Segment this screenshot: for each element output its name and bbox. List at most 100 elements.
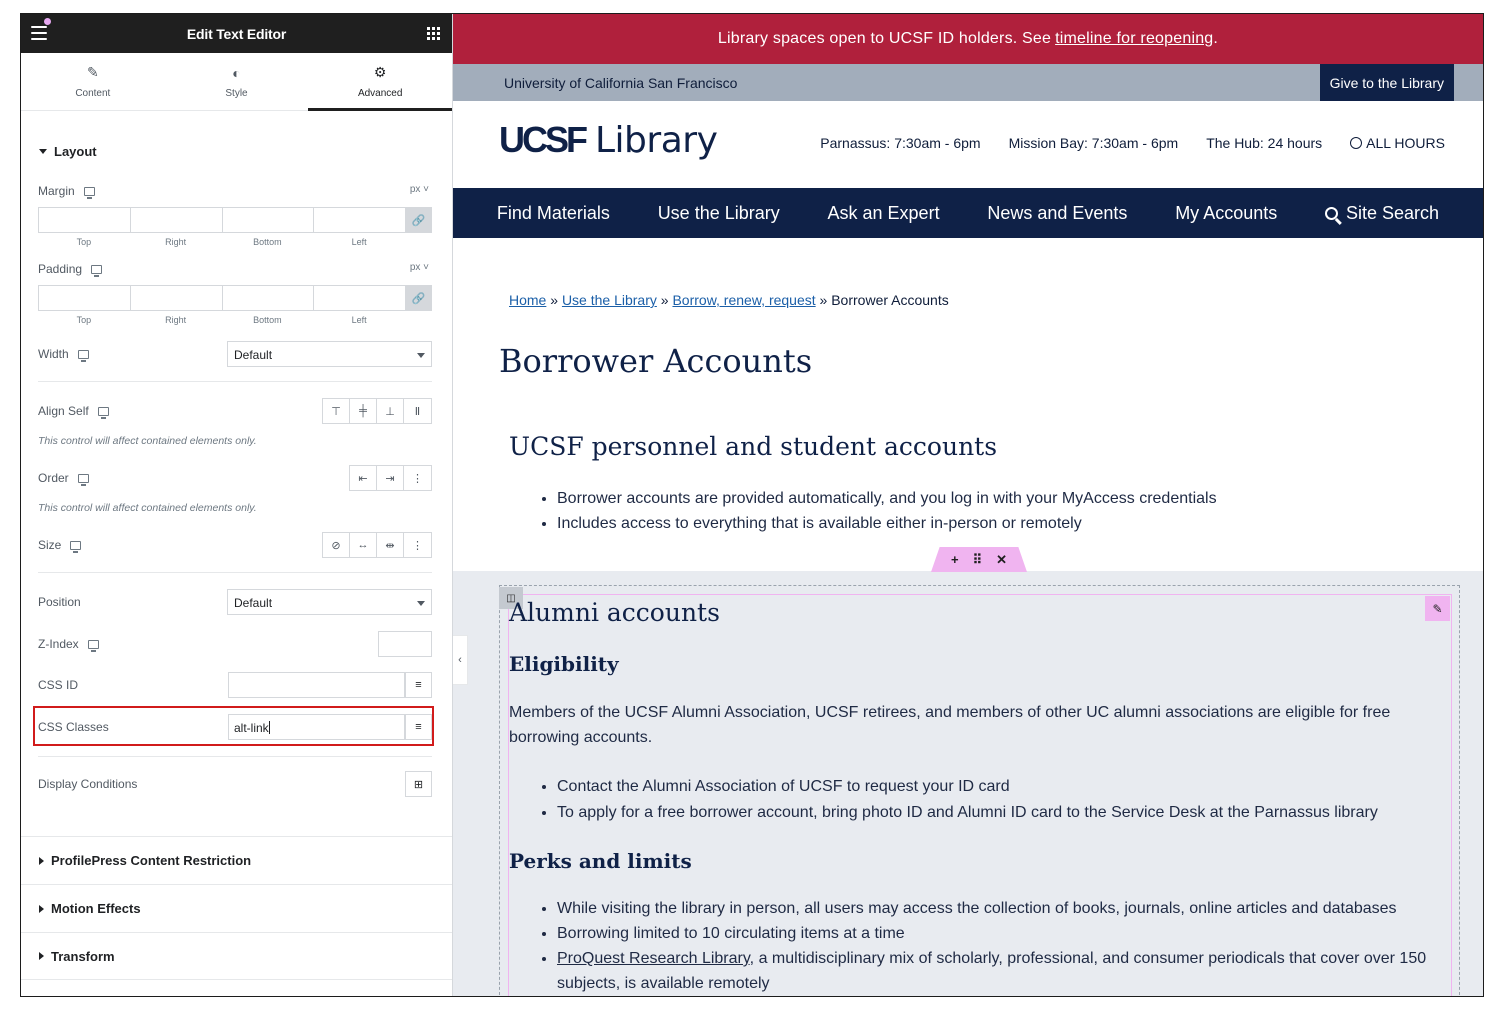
unit-select[interactable]: px ˅ xyxy=(410,262,429,273)
margin-inputs: 🔗 xyxy=(38,207,432,233)
section-profilepress[interactable]: ProfilePress Content Restriction xyxy=(21,836,452,884)
padding-bottom-input[interactable] xyxy=(221,285,314,311)
align-start-icon[interactable]: ⊤ xyxy=(323,399,350,423)
padding-control: Padding px ˅ xyxy=(38,262,432,282)
nav-news-and-events[interactable]: News and Events xyxy=(987,203,1127,224)
collapse-panel-button[interactable]: ‹ xyxy=(453,635,468,685)
database-icon[interactable]: ≡ xyxy=(405,714,432,740)
desktop-icon[interactable] xyxy=(77,349,89,362)
hours-item: Mission Bay: 7:30am - 6pm xyxy=(1008,135,1179,151)
align-end-icon[interactable]: ⊥ xyxy=(377,399,404,423)
size-control: Size ⊘ ↔ ⇹ ⋮ xyxy=(38,532,432,558)
cssclasses-label: CSS Classes xyxy=(38,720,109,734)
margin-right-input[interactable] xyxy=(129,207,222,233)
desktop-icon[interactable] xyxy=(70,540,82,553)
nav-site-search[interactable]: Site Search xyxy=(1325,203,1439,224)
order-buttons: ⇤ ⇥ ⋮ xyxy=(349,465,432,491)
breadcrumb-use-library[interactable]: Use the Library xyxy=(562,292,657,308)
width-control: Width Default xyxy=(38,341,432,367)
breadcrumb-home[interactable]: Home xyxy=(509,292,546,308)
more-options-icon[interactable]: ⋮ xyxy=(404,466,431,490)
section-title: Motion Effects xyxy=(51,901,141,916)
section-transform[interactable]: Transform xyxy=(21,932,452,980)
hours-list: Parnassus: 7:30am - 6pm Mission Bay: 7:3… xyxy=(820,135,1445,151)
section-heading: Alumni accounts xyxy=(509,598,720,627)
all-hours-label: ALL HOURS xyxy=(1366,135,1445,151)
caret-right-icon xyxy=(39,856,44,865)
more-options-icon[interactable]: ⋮ xyxy=(404,533,431,557)
dim-label: Right xyxy=(165,237,187,247)
tab-style[interactable]: ◐ Style xyxy=(165,53,309,110)
width-select[interactable]: Default xyxy=(227,341,432,367)
university-link[interactable]: University of California San Francisco xyxy=(504,75,737,91)
desktop-icon[interactable] xyxy=(87,639,99,652)
link-icon[interactable]: 🔗 xyxy=(405,207,432,233)
caret-right-icon xyxy=(39,904,44,913)
margin-left-input[interactable] xyxy=(313,207,405,233)
align-center-icon[interactable]: ╪ xyxy=(350,399,377,423)
position-select[interactable]: Default xyxy=(227,589,432,615)
half-circle-icon: ◐ xyxy=(232,64,241,81)
caret-down-icon xyxy=(417,353,425,358)
zindex-input[interactable] xyxy=(378,631,432,657)
order-start-icon[interactable]: ⇤ xyxy=(350,466,377,490)
sitemap-icon[interactable]: ⊞ xyxy=(405,771,432,797)
section-handle[interactable]: + ⠿ ✕ xyxy=(931,547,1027,572)
cssid-input[interactable] xyxy=(228,672,405,698)
grow-icon[interactable]: ↔ xyxy=(350,533,377,557)
nav-my-accounts[interactable]: My Accounts xyxy=(1175,203,1277,224)
padding-right-input[interactable] xyxy=(129,285,222,311)
tab-advanced[interactable]: ⚙ Advanced xyxy=(308,53,452,111)
give-button[interactable]: Give to the Library xyxy=(1319,64,1454,101)
margin-top-input[interactable] xyxy=(38,207,130,233)
desktop-icon[interactable] xyxy=(97,406,109,419)
drag-icon[interactable]: ⠿ xyxy=(973,552,983,568)
dim-label: Left xyxy=(351,237,367,247)
edit-pencil-icon[interactable]: ✎ xyxy=(1425,596,1450,621)
caret-down-icon xyxy=(39,149,47,154)
add-icon[interactable]: + xyxy=(951,552,959,567)
desktop-icon[interactable] xyxy=(77,473,89,486)
margin-bottom-input[interactable] xyxy=(221,207,314,233)
position-control: Position Default xyxy=(38,589,432,615)
cssclasses-control: CSS Classes alt-link ≡ xyxy=(38,714,432,740)
unit-select[interactable]: px ˅ xyxy=(410,184,429,195)
site-preview: Library spaces open to UCSF ID holders. … xyxy=(453,14,1483,996)
menu-icon[interactable] xyxy=(31,18,51,40)
order-end-icon[interactable]: ⇥ xyxy=(377,466,404,490)
all-hours-link[interactable]: ALL HOURS xyxy=(1350,135,1445,151)
padding-top-input[interactable] xyxy=(38,285,130,311)
desktop-icon[interactable] xyxy=(91,264,103,277)
apps-grid-icon[interactable] xyxy=(427,27,440,40)
breadcrumb-current: Borrower Accounts xyxy=(831,292,949,308)
close-icon[interactable]: ✕ xyxy=(996,552,1007,568)
input-value: alt-link xyxy=(234,721,269,735)
padding-left-input[interactable] xyxy=(313,285,405,311)
nav-label: Site Search xyxy=(1346,202,1440,223)
nav-find-materials[interactable]: Find Materials xyxy=(497,203,610,224)
tab-content[interactable]: ✎ Content xyxy=(21,53,165,110)
align-self-label: Align Self xyxy=(38,404,89,418)
app-window: Edit Text Editor ✎ Content ◐ Style ⚙ Adv… xyxy=(20,13,1484,997)
text-cursor xyxy=(268,721,270,734)
layout-section-toggle[interactable]: Layout xyxy=(21,144,97,159)
section-motion-effects[interactable]: Motion Effects xyxy=(21,884,452,932)
nav-ask-an-expert[interactable]: Ask an Expert xyxy=(828,203,940,224)
alert-link[interactable]: timeline for reopening xyxy=(1055,30,1213,48)
database-icon[interactable]: ≡ xyxy=(405,672,432,698)
link-icon[interactable]: 🔗 xyxy=(405,285,432,311)
shrink-icon[interactable]: ⇹ xyxy=(377,533,404,557)
dim-label: Bottom xyxy=(253,315,282,325)
cssclasses-input[interactable]: alt-link xyxy=(228,714,405,740)
no-grow-icon[interactable]: ⊘ xyxy=(323,533,350,557)
section1-list: Borrower accounts are provided automatic… xyxy=(557,486,1217,536)
nav-use-the-library[interactable]: Use the Library xyxy=(658,203,780,224)
desktop-icon[interactable] xyxy=(83,186,95,199)
eligibility-list: Contact the Alumni Association of UCSF t… xyxy=(557,774,1378,825)
hours-item: Parnassus: 7:30am - 6pm xyxy=(820,135,981,151)
proquest-link[interactable]: ProQuest Research Library xyxy=(557,950,750,967)
site-logo[interactable]: UCSF Library xyxy=(499,119,718,161)
list-item: Borrower accounts are provided automatic… xyxy=(557,486,1217,511)
breadcrumb-borrow[interactable]: Borrow, renew, request xyxy=(672,292,815,308)
align-stretch-icon[interactable]: Ⅱ xyxy=(404,399,431,423)
